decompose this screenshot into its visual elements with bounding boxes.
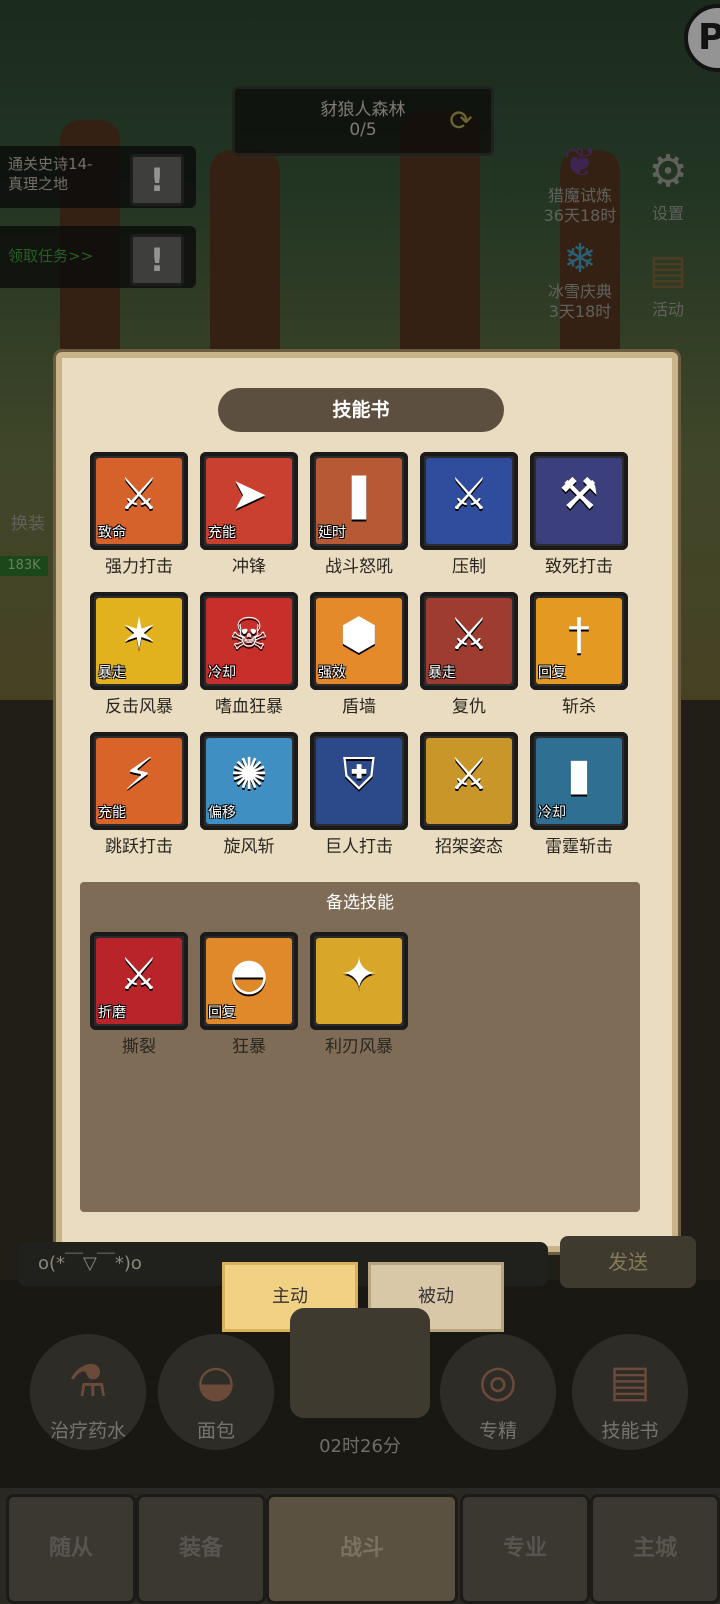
skill-icon-frame: ⚔: [420, 452, 518, 550]
lightning-icon: ▮: [566, 749, 592, 800]
chest-timer: 02时26分: [319, 1436, 401, 1457]
skill-tag: 冷却: [208, 665, 236, 681]
skill-name: 冲锋: [232, 557, 266, 577]
skill-name: 招架姿态: [435, 837, 503, 857]
skill-name: 巨人打击: [325, 837, 393, 857]
skill-name: 利刃风暴: [325, 1037, 393, 1057]
skill-card[interactable]: † 回复斩杀: [530, 592, 628, 717]
skill-card[interactable]: ✦ 利刃风暴: [310, 932, 408, 1057]
skill-name: 狂暴: [232, 1037, 266, 1057]
skill-icon-frame: ❚ 延时: [310, 452, 408, 550]
claw-icon: ✶: [120, 609, 158, 660]
skill-name: 雷霆斩击: [545, 837, 613, 857]
skill-card[interactable]: ⚒ 致死打击: [530, 452, 628, 577]
skill-name: 压制: [452, 557, 486, 577]
skill-tag: 充能: [98, 805, 126, 821]
action-label: 专精: [478, 1420, 517, 1442]
skill-icon-frame: ⬢ 强效: [310, 592, 408, 690]
skill-name: 旋风斩: [223, 837, 275, 857]
nav-button[interactable]: 专业: [460, 1494, 590, 1604]
sword-icon: ⚔: [449, 609, 489, 660]
crack-icon: ⚡: [123, 749, 155, 800]
hood-icon: ◓: [229, 949, 269, 1000]
skill-name: 战斗怒吼: [325, 557, 393, 577]
dagger-icon: †: [568, 609, 590, 660]
arrow-icon: ➤: [230, 469, 268, 520]
skill-name: 盾墙: [342, 697, 376, 717]
skill-icon-frame: ◓ 回复: [200, 932, 298, 1030]
skill-icon-frame: ⚔ 暴走: [420, 592, 518, 690]
skill-tag: 延时: [318, 525, 346, 541]
action-label: 技能书: [601, 1420, 659, 1442]
alternate-skills-title: 备选技能: [326, 893, 394, 913]
skill-card[interactable]: ⬢ 强效盾墙: [310, 592, 408, 717]
nav-button[interactable]: 主城: [590, 1494, 720, 1604]
skill-name: 嗜血狂暴: [215, 697, 283, 717]
skill-icon-frame: ▮ 冷却: [530, 732, 628, 830]
skill-icon-frame: ⚔ 折磨: [90, 932, 188, 1030]
skill-tag: 冷却: [538, 805, 566, 821]
skill-icon-frame: ✺ 偏移: [200, 732, 298, 830]
sword-icon: ⚔: [119, 469, 159, 520]
skill-card[interactable]: ⛨ 巨人打击: [310, 732, 408, 857]
nav-button[interactable]: 战斗: [266, 1494, 458, 1604]
panel-title: 技能书: [218, 388, 504, 432]
bladestorm-icon: ✦: [340, 949, 378, 1000]
axe-icon: ⚒: [559, 469, 599, 520]
skill-icon-frame: ⚒: [530, 452, 628, 550]
skill-card[interactable]: ◓ 回复狂暴: [200, 932, 298, 1057]
nav-button[interactable]: 随从: [6, 1494, 136, 1604]
skill-icon-frame: ⛨: [310, 732, 408, 830]
skill-icon-frame: ✶ 暴走: [90, 592, 188, 690]
skill-tag: 折磨: [98, 1005, 126, 1021]
skill-tag: 致命: [98, 525, 126, 541]
skill-name: 强力打击: [105, 557, 173, 577]
shout-icon: ❚: [340, 469, 378, 520]
serrated-sword-icon: ⚔: [449, 749, 489, 800]
skill-icon-frame: † 回复: [530, 592, 628, 690]
skill-name: 致死打击: [545, 557, 613, 577]
skill-card[interactable]: ☠ 冷却嗜血狂暴: [200, 592, 298, 717]
skill-tag: 偏移: [208, 805, 236, 821]
skill-tag: 暴走: [428, 665, 456, 681]
skill-tag: 暴走: [98, 665, 126, 681]
skill-name: 反击风暴: [105, 697, 173, 717]
skill-card[interactable]: ⚡ 充能跳跃打击: [90, 732, 188, 857]
skill-card[interactable]: ✺ 偏移旋风斩: [200, 732, 298, 857]
shield-icon: ⬢: [339, 609, 379, 660]
skill-card[interactable]: ⚔ 致命强力打击: [90, 452, 188, 577]
skill-card[interactable]: ✶ 暴走反击风暴: [90, 592, 188, 717]
skill-tag: 回复: [538, 665, 566, 681]
skill-card[interactable]: ⚔ 暴走复仇: [420, 592, 518, 717]
skill-card[interactable]: ▮ 冷却雷霆斩击: [530, 732, 628, 857]
blade-icon: ⚔: [449, 469, 489, 520]
action-label: 面包: [196, 1420, 235, 1442]
whirlwind-icon: ✺: [230, 749, 268, 800]
skill-card[interactable]: ❚ 延时战斗怒吼: [310, 452, 408, 577]
skill-card[interactable]: ⚔ 压制: [420, 452, 518, 577]
skill-card[interactable]: ⚔ 折磨撕裂: [90, 932, 188, 1057]
skill-tag: 强效: [318, 665, 346, 681]
skill-icon-frame: ⚡ 充能: [90, 732, 188, 830]
skill-tag: 充能: [208, 525, 236, 541]
skill-icon-frame: ✦: [310, 932, 408, 1030]
skill-icon-frame: ⚔: [420, 732, 518, 830]
skill-card[interactable]: ➤ 充能冲锋: [200, 452, 298, 577]
skill-name: 跳跃打击: [105, 837, 173, 857]
skill-icon-frame: ☠ 冷却: [200, 592, 298, 690]
skill-name: 撕裂: [122, 1037, 156, 1057]
skill-tag: 回复: [208, 1005, 236, 1021]
skill-icon-frame: ➤ 充能: [200, 452, 298, 550]
skill-name: 复仇: [452, 697, 486, 717]
skull-icon: ☠: [229, 609, 269, 660]
nav-button[interactable]: 装备: [136, 1494, 266, 1604]
skill-card[interactable]: ⚔ 招架姿态: [420, 732, 518, 857]
skill-icon-frame: ⚔ 致命: [90, 452, 188, 550]
treasure-chest-icon[interactable]: [290, 1308, 430, 1418]
rend-icon: ⚔: [119, 949, 159, 1000]
skill-name: 斩杀: [562, 697, 596, 717]
send-button[interactable]: 发送: [560, 1236, 696, 1288]
shield-crack-icon: ⛨: [342, 749, 376, 800]
